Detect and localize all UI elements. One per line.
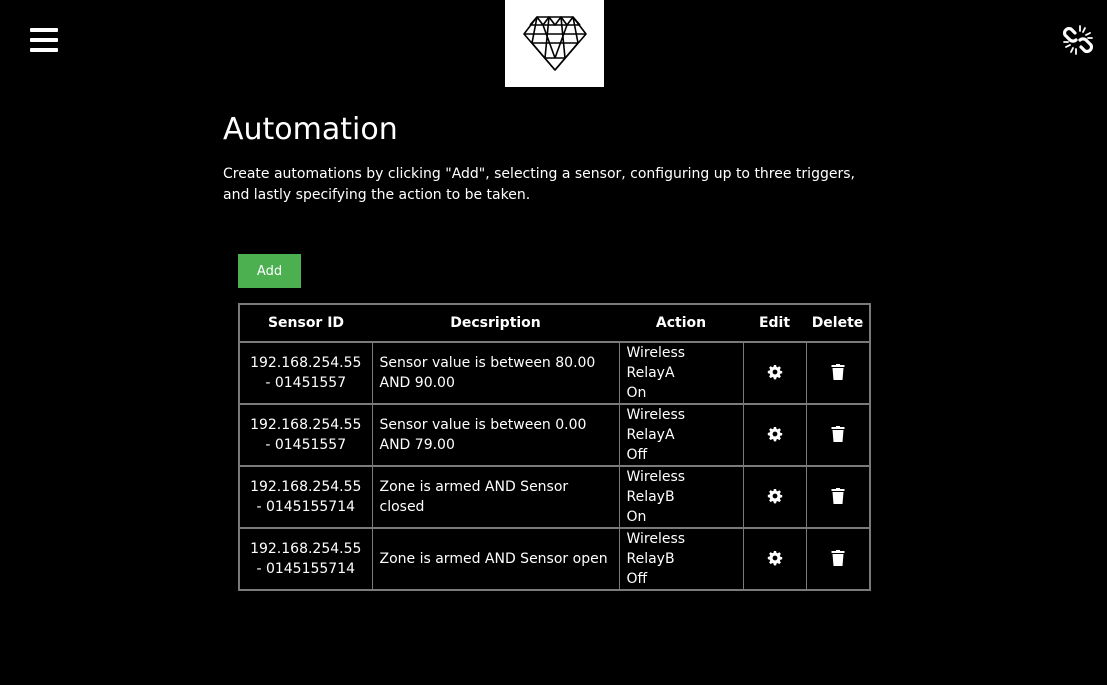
- action-device: Wireless RelayA: [626, 345, 686, 381]
- edit-cell: [742, 465, 807, 529]
- action-cell: Wireless RelayA On: [618, 341, 744, 405]
- action-state: On: [626, 385, 647, 401]
- action-cell: Wireless RelayB Off: [618, 527, 744, 589]
- sensor-number: - 01451557: [265, 375, 347, 391]
- action-state: Off: [626, 447, 648, 463]
- description-line: Zone is armed AND Sensor open: [379, 551, 608, 567]
- action-state: Off: [626, 571, 648, 587]
- description-cell: Sensor value is between 80.00 AND 90.00: [371, 341, 620, 405]
- action-device: Wireless RelayB: [626, 469, 686, 505]
- col-header-action: Action: [619, 305, 743, 343]
- diamond-icon: [522, 15, 587, 71]
- col-header-edit: Edit: [743, 305, 806, 343]
- delete-cell: [805, 527, 869, 589]
- action-cell: Wireless RelayA Off: [618, 403, 744, 467]
- description-cell: Sensor value is between 0.00 AND 79.00: [371, 403, 620, 467]
- action-cell: Wireless RelayB On: [618, 465, 744, 529]
- col-header-description: Decsription: [372, 305, 619, 343]
- trash-icon[interactable]: [826, 484, 850, 508]
- table-row: 192.168.254.55 - 0145155714 Zone is arme…: [240, 465, 869, 529]
- table-header-row: Sensor ID Decsription Action Edit Delete: [240, 305, 869, 343]
- trash-icon[interactable]: [826, 546, 850, 570]
- action-device: Wireless RelayB: [626, 531, 686, 567]
- gear-icon[interactable]: [763, 546, 787, 570]
- menu-bar: [30, 38, 58, 42]
- description-line: Zone is armed AND Sensor closed: [379, 479, 569, 515]
- action-device: Wireless RelayA: [626, 407, 686, 443]
- sensor-number: - 01451557: [265, 437, 347, 453]
- add-button[interactable]: Add: [238, 254, 301, 288]
- delete-cell: [805, 465, 869, 529]
- hamburger-menu-icon[interactable]: [30, 27, 58, 53]
- col-header-sensor-id: Sensor ID: [240, 305, 372, 343]
- sensor-id-cell: 192.168.254.55 - 0145155714: [240, 527, 373, 589]
- sensor-id-cell: 192.168.254.55 - 01451557: [240, 341, 373, 405]
- description-line: AND 79.00: [379, 437, 455, 453]
- sensor-ip: 192.168.254.55: [250, 541, 362, 557]
- main-content: Automation Create automations by clickin…: [223, 110, 883, 206]
- sensor-number: - 0145155714: [256, 561, 356, 577]
- gear-icon[interactable]: [763, 484, 787, 508]
- description-cell: Zone is armed AND Sensor open: [371, 527, 620, 589]
- action-state: On: [626, 509, 647, 525]
- edit-cell: [742, 403, 807, 467]
- menu-bar: [30, 48, 58, 52]
- delete-cell: [805, 341, 869, 405]
- trash-icon[interactable]: [826, 360, 850, 384]
- sensor-ip: 192.168.254.55: [250, 355, 362, 371]
- col-header-delete: Delete: [806, 305, 869, 343]
- broken-link-icon[interactable]: [1061, 23, 1095, 57]
- description-line: Sensor value is between 80.00: [379, 355, 596, 371]
- sensor-number: - 0145155714: [256, 499, 356, 515]
- automation-table: Sensor ID Decsription Action Edit Delete…: [238, 303, 871, 591]
- gear-icon[interactable]: [763, 422, 787, 446]
- description-cell: Zone is armed AND Sensor closed: [371, 465, 620, 529]
- edit-cell: [742, 527, 807, 589]
- page-title: Automation: [223, 112, 398, 147]
- description-line: Sensor value is between 0.00: [379, 417, 587, 433]
- table-row: 192.168.254.55 - 01451557 Sensor value i…: [240, 403, 869, 467]
- sensor-ip: 192.168.254.55: [250, 479, 362, 495]
- sensor-id-cell: 192.168.254.55 - 0145155714: [240, 465, 373, 529]
- table-row: 192.168.254.55 - 0145155714 Zone is arme…: [240, 527, 869, 589]
- diamond-logo[interactable]: [505, 0, 604, 87]
- edit-cell: [742, 341, 807, 405]
- description-line: AND 90.00: [379, 375, 455, 391]
- trash-icon[interactable]: [826, 422, 850, 446]
- gear-icon[interactable]: [763, 360, 787, 384]
- menu-bar: [30, 28, 58, 32]
- delete-cell: [805, 403, 869, 467]
- table-row: 192.168.254.55 - 01451557 Sensor value i…: [240, 341, 869, 405]
- sensor-ip: 192.168.254.55: [250, 417, 362, 433]
- intro-text: Create automations by clicking "Add", se…: [223, 166, 855, 203]
- sensor-id-cell: 192.168.254.55 - 01451557: [240, 403, 373, 467]
